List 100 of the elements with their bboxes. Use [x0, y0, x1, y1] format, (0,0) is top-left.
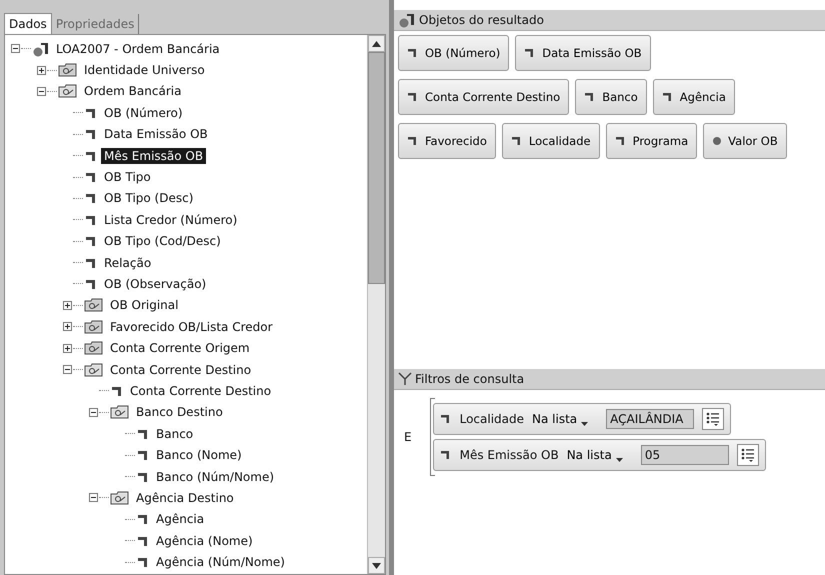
- folder-icon: [110, 490, 130, 505]
- folder-icon: [84, 320, 104, 334]
- scrollbar[interactable]: [367, 35, 385, 574]
- filter-object: Localidade: [460, 412, 524, 426]
- folder-icon: [58, 84, 78, 98]
- folder-icon: [84, 341, 104, 356]
- tree-item[interactable]: Agência: [153, 511, 208, 528]
- folder-icon: [110, 405, 130, 420]
- panel-title: Objetos do resultado: [419, 13, 544, 27]
- dimension-icon: [407, 48, 419, 58]
- result-object-button[interactable]: Banco: [575, 79, 647, 115]
- expander-toggle[interactable]: [63, 300, 72, 310]
- dimension-icon: [84, 128, 98, 140]
- logical-operator[interactable]: E: [404, 430, 412, 444]
- result-object-button[interactable]: Valor OB: [703, 123, 787, 159]
- tree-item[interactable]: Agência (Núm/Nome): [153, 554, 288, 570]
- tree-item[interactable]: Agência Destino: [133, 490, 237, 506]
- result-object-button[interactable]: Programa: [606, 123, 698, 159]
- dimension-icon: [407, 136, 419, 146]
- dimension-icon: [614, 136, 627, 146]
- tree-item[interactable]: Banco: [153, 426, 196, 442]
- tree-item[interactable]: Identidade Universo: [81, 62, 208, 78]
- result-object-button[interactable]: Agência: [652, 79, 735, 115]
- dimension-icon: [136, 513, 150, 526]
- dimension-icon: [84, 150, 98, 162]
- expander-toggle[interactable]: [63, 322, 72, 332]
- result-object-button[interactable]: Conta Corrente Destino: [398, 79, 570, 115]
- tree-item[interactable]: OB Tipo: [101, 169, 154, 186]
- dimension-icon: [84, 106, 98, 119]
- result-object-button[interactable]: Localidade: [502, 123, 600, 159]
- dimension-icon: [136, 428, 150, 440]
- folder-icon: [84, 362, 104, 377]
- filter-row[interactable]: Localidade Na lista AÇAILÂNDIA: [432, 403, 732, 435]
- scroll-up-icon[interactable]: [372, 40, 381, 46]
- universe-icon: [398, 12, 416, 28]
- list-button[interactable]: [702, 408, 724, 430]
- dimension-icon: [136, 470, 150, 482]
- result-object-button[interactable]: Favorecido: [398, 123, 496, 159]
- operator-dropdown[interactable]: Na lista: [532, 412, 598, 426]
- tree-item[interactable]: Mês Emissão OB: [101, 148, 206, 164]
- value-field[interactable]: AÇAILÂNDIA: [606, 409, 694, 429]
- tree-item[interactable]: OB (Observação): [101, 276, 210, 292]
- dimension-icon: [136, 534, 150, 547]
- dimension-icon: [510, 136, 523, 146]
- tree-item[interactable]: Conta Corrente Destino: [127, 382, 274, 399]
- dimension-icon: [84, 214, 98, 226]
- tree-item[interactable]: Conta Corrente Origem: [107, 340, 253, 356]
- tree-item[interactable]: LOA2007 - Ordem Bancária: [53, 40, 223, 57]
- list-icon: [740, 448, 755, 462]
- dimension-icon: [84, 192, 98, 204]
- tree-item[interactable]: Agência (Nome): [153, 532, 256, 549]
- scroll-down-icon[interactable]: [372, 562, 381, 568]
- expander-toggle[interactable]: [63, 344, 72, 353]
- result-object-button[interactable]: Data Emissão OB: [515, 35, 651, 71]
- dimension-icon: [136, 449, 150, 462]
- tree-item[interactable]: Conta Corrente Destino: [107, 362, 254, 378]
- dimension-icon: [136, 556, 150, 568]
- tree-item[interactable]: OB Tipo (Cod/Desc): [101, 233, 224, 250]
- universe-icon: [32, 40, 50, 57]
- tree-item[interactable]: Data Emissão OB: [101, 126, 211, 142]
- expander-toggle[interactable]: [63, 365, 72, 374]
- dimension-icon: [110, 384, 124, 397]
- dimension-icon: [440, 450, 452, 460]
- list-icon: [706, 412, 720, 426]
- tree-item[interactable]: Banco (Nome): [153, 447, 245, 464]
- list-button[interactable]: [736, 444, 759, 466]
- tree-item[interactable]: Favorecido OB/Lista Credor: [107, 318, 276, 335]
- dimension-icon: [84, 278, 98, 290]
- tree-item[interactable]: Banco (Núm/Nome): [153, 468, 278, 484]
- tree-item[interactable]: Banco Destino: [133, 404, 226, 420]
- tree-item[interactable]: OB (Número): [101, 104, 186, 121]
- expander-toggle[interactable]: [11, 44, 20, 54]
- tree-item[interactable]: Lista Credor (Número): [101, 212, 240, 228]
- tree-item[interactable]: Ordem Bancária: [81, 83, 184, 100]
- expander-toggle[interactable]: [89, 493, 98, 502]
- expander-toggle[interactable]: [89, 408, 98, 417]
- tree-item[interactable]: OB Tipo (Desc): [101, 190, 196, 206]
- filter-object: Mês Emissão OB: [460, 448, 559, 462]
- caret-icon: [616, 458, 623, 462]
- dimension-icon: [662, 92, 674, 102]
- expander-toggle[interactable]: [37, 86, 46, 96]
- dimension-icon: [407, 92, 419, 102]
- measure-icon: [712, 136, 722, 146]
- dimension-icon: [84, 256, 98, 269]
- dimension-icon: [440, 414, 452, 424]
- caret-icon: [581, 422, 588, 426]
- result-object-button[interactable]: OB (Número): [398, 35, 510, 71]
- scrollbar-thumb[interactable]: [368, 52, 385, 284]
- dimension-icon: [84, 171, 98, 184]
- dimension-icon: [84, 235, 98, 248]
- value-field[interactable]: 05: [640, 445, 729, 465]
- tree-item[interactable]: OB Original: [107, 297, 182, 314]
- tree-item[interactable]: Relação: [101, 254, 154, 271]
- filter-row[interactable]: Mês Emissão OB Na lista 05: [432, 439, 766, 471]
- operator-dropdown[interactable]: Na lista: [566, 448, 633, 462]
- expander-toggle[interactable]: [37, 66, 46, 75]
- folder-icon: [84, 298, 104, 312]
- panel-title: Filtros de consulta: [415, 372, 524, 386]
- folder-icon: [58, 63, 78, 78]
- tab[interactable]: Dados: [4, 13, 52, 34]
